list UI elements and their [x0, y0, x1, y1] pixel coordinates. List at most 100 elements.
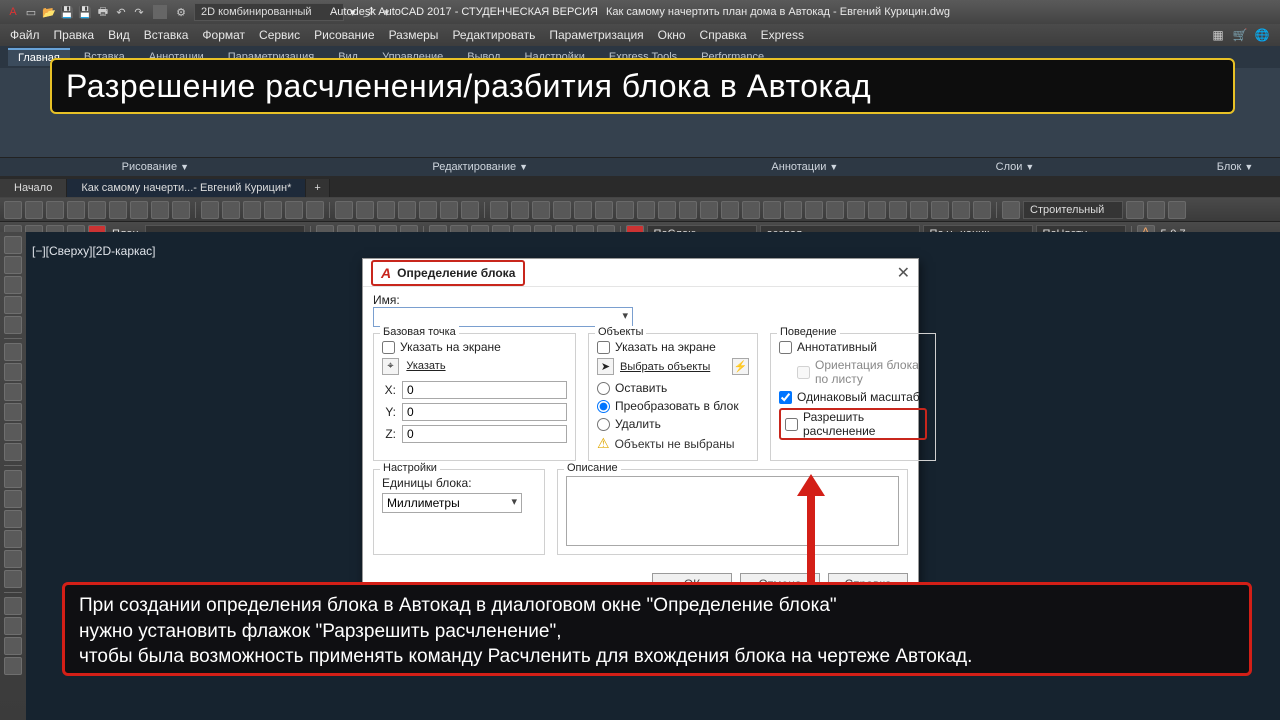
menu-draw[interactable]: Рисование — [314, 28, 374, 42]
dialog-titlebar[interactable]: A Определение блока ✕ — [363, 259, 918, 287]
redo-icon[interactable]: ↷ — [132, 5, 146, 19]
tool-icon[interactable] — [398, 201, 416, 219]
tool-icon[interactable] — [721, 201, 739, 219]
tool-icon[interactable] — [511, 201, 529, 219]
tool-icon[interactable] — [285, 201, 303, 219]
tool-icon[interactable] — [243, 201, 261, 219]
circle-icon[interactable] — [4, 316, 22, 334]
x-input[interactable] — [402, 381, 567, 399]
tool-icon[interactable] — [1147, 201, 1165, 219]
region-icon[interactable] — [4, 423, 22, 441]
tool-icon[interactable] — [4, 490, 22, 508]
tool-icon[interactable] — [616, 201, 634, 219]
spline-icon[interactable] — [4, 343, 22, 361]
hatch-icon[interactable] — [4, 383, 22, 401]
tool-icon[interactable] — [4, 510, 22, 528]
new-icon[interactable]: ▭ — [24, 5, 38, 19]
textstyle-icon[interactable] — [1002, 201, 1020, 219]
tool-icon[interactable] — [306, 201, 324, 219]
text-icon[interactable] — [4, 443, 22, 461]
tool-icon[interactable] — [805, 201, 823, 219]
arc-icon[interactable] — [4, 296, 22, 314]
tool-icon[interactable] — [461, 201, 479, 219]
units-combo[interactable] — [382, 493, 522, 513]
tool-icon[interactable] — [67, 201, 85, 219]
undo-icon[interactable]: ↶ — [114, 5, 128, 19]
block-name-input[interactable] — [373, 307, 633, 327]
tool-icon[interactable] — [88, 201, 106, 219]
menu-insert[interactable]: Вставка — [144, 28, 189, 42]
tool-icon[interactable] — [201, 201, 219, 219]
tool-icon[interactable] — [931, 201, 949, 219]
tool-icon[interactable] — [222, 201, 240, 219]
tool-icon[interactable] — [868, 201, 886, 219]
select-objects-button[interactable]: Выбрать объекты — [620, 361, 710, 373]
pick-point-icon[interactable]: ⌖ — [382, 358, 399, 375]
tool-icon[interactable] — [419, 201, 437, 219]
tool-icon[interactable] — [46, 201, 64, 219]
menu-dim[interactable]: Размеры — [389, 28, 439, 42]
tool-icon[interactable] — [264, 201, 282, 219]
description-textarea[interactable] — [566, 476, 899, 546]
tool-icon[interactable] — [826, 201, 844, 219]
tool-icon[interactable] — [377, 201, 395, 219]
tool-icon[interactable] — [335, 201, 353, 219]
viewport-label[interactable]: [−][Сверху][2D-каркас] — [32, 244, 156, 258]
tool-icon[interactable] — [784, 201, 802, 219]
base-onscreen-checkbox[interactable] — [382, 341, 395, 354]
tool-icon[interactable] — [553, 201, 571, 219]
tool-icon[interactable] — [4, 550, 22, 568]
tool-icon[interactable] — [4, 637, 22, 655]
uniform-scale-checkbox[interactable] — [779, 391, 792, 404]
keep-radio[interactable] — [597, 382, 610, 395]
tool-icon[interactable] — [658, 201, 676, 219]
tool-icon[interactable] — [25, 201, 43, 219]
tool-icon[interactable] — [4, 657, 22, 675]
tool-icon[interactable] — [109, 201, 127, 219]
tool-icon[interactable] — [440, 201, 458, 219]
gear-icon[interactable]: ⚙ — [174, 5, 188, 19]
tool-icon[interactable] — [1126, 201, 1144, 219]
tool-icon[interactable] — [847, 201, 865, 219]
menu-help[interactable]: Справка — [700, 28, 747, 42]
menu-express[interactable]: Express — [761, 28, 804, 42]
tool-icon[interactable] — [973, 201, 991, 219]
textstyle-combo[interactable] — [1023, 201, 1123, 219]
menu-view[interactable]: Вид — [108, 28, 130, 42]
delete-radio[interactable] — [597, 418, 610, 431]
tool-icon[interactable] — [910, 201, 928, 219]
save-icon[interactable]: 💾 — [60, 5, 74, 19]
layout-icon[interactable]: ▦ — [1210, 27, 1226, 43]
select-objects-icon[interactable]: ➤ — [597, 358, 614, 375]
allow-explode-checkbox[interactable] — [785, 418, 798, 431]
open-icon[interactable]: 📂 — [42, 5, 56, 19]
tool-icon[interactable] — [763, 201, 781, 219]
ellipse-icon[interactable] — [4, 363, 22, 381]
cart-icon[interactable]: 🛒 — [1232, 27, 1248, 43]
tool-icon[interactable] — [4, 470, 22, 488]
file-tab-start[interactable]: Начало — [0, 179, 67, 197]
point-icon[interactable] — [4, 403, 22, 421]
ribbon-group-annot[interactable]: Аннотации▼ — [650, 161, 960, 173]
menu-param[interactable]: Параметризация — [549, 28, 643, 42]
workspace-selector[interactable] — [194, 3, 344, 21]
help-icon[interactable]: 🌐 — [1254, 27, 1270, 43]
tool-icon[interactable] — [151, 201, 169, 219]
pline-icon[interactable] — [4, 256, 22, 274]
close-icon[interactable]: ✕ — [897, 263, 910, 283]
y-input[interactable] — [402, 403, 567, 421]
menu-edit[interactable]: Правка — [54, 28, 95, 42]
tool-icon[interactable] — [532, 201, 550, 219]
tool-icon[interactable] — [4, 530, 22, 548]
ribbon-group-layers[interactable]: Слои▼ — [960, 161, 1070, 173]
menu-file[interactable]: Файл — [10, 28, 40, 42]
tool-icon[interactable] — [700, 201, 718, 219]
tool-icon[interactable] — [4, 201, 22, 219]
menu-service[interactable]: Сервис — [259, 28, 300, 42]
tool-icon[interactable] — [595, 201, 613, 219]
objects-onscreen-checkbox[interactable] — [597, 341, 610, 354]
line-icon[interactable] — [4, 236, 22, 254]
pick-point-button[interactable]: Указать — [402, 360, 445, 372]
ribbon-group-draw[interactable]: Рисование▼ — [0, 161, 311, 173]
rect-icon[interactable] — [4, 276, 22, 294]
